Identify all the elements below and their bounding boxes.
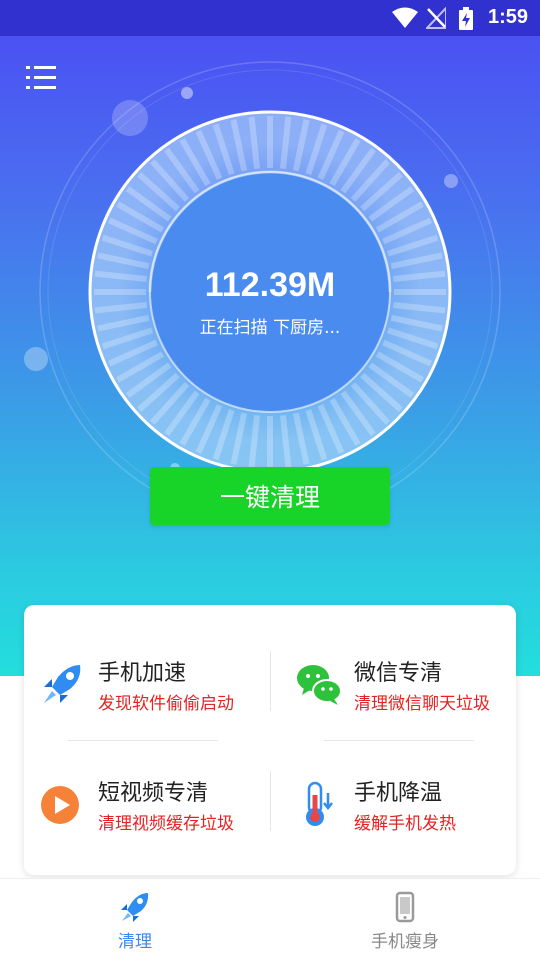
nav-label: 手机瘦身 <box>371 932 439 952</box>
feature-short-video-clean[interactable]: 短视频专清 清理视频缓存垃圾 <box>24 761 264 841</box>
scan-size-value: 112.39M <box>204 266 336 304</box>
feature-title: 短视频专清 <box>98 781 209 806</box>
feature-phone-boost[interactable]: 手机加速 发现软件偷偷启动 <box>24 641 264 721</box>
feature-title: 微信专清 <box>354 661 443 686</box>
feature-subtitle: 缓解手机发热 <box>354 814 456 834</box>
status-bar: 1:59 <box>0 0 540 36</box>
play-icon <box>41 786 79 824</box>
nav-label: 清理 <box>118 932 152 952</box>
wifi-icon <box>392 7 418 28</box>
horizontal-divider <box>324 740 474 741</box>
bottom-nav: 清理 手机瘦身 <box>0 878 540 960</box>
no-signal-icon <box>426 7 446 29</box>
vertical-divider <box>270 771 271 831</box>
phone-icon <box>395 891 415 923</box>
wechat-icon <box>297 665 342 705</box>
status-time: 1:59 <box>487 6 528 28</box>
feature-wechat-clean[interactable]: 微信专清 清理微信聊天垃圾 <box>280 641 520 721</box>
one-click-clean-button[interactable]: 一键清理 <box>150 467 390 525</box>
feature-phone-cooling[interactable]: 手机降温 缓解手机发热 <box>280 761 520 841</box>
feature-subtitle: 清理视频缓存垃圾 <box>98 814 234 834</box>
thermometer-icon <box>306 781 333 826</box>
feature-card: 手机加速 发现软件偷偷启动 微信专清 清理微信聊天垃圾 短视频专清 清理视频缓存… <box>24 605 516 875</box>
rocket-icon <box>121 893 149 922</box>
nav-tab-phone-slim[interactable]: 手机瘦身 <box>270 879 540 960</box>
rocket-icon <box>44 665 81 703</box>
battery-charging-icon <box>459 7 473 30</box>
feature-title: 手机加速 <box>98 661 187 686</box>
vertical-divider <box>270 651 271 711</box>
horizontal-divider <box>68 740 218 741</box>
feature-subtitle: 清理微信聊天垃圾 <box>354 694 490 714</box>
scan-status-text: 正在扫描 下厨房... <box>199 318 341 338</box>
feature-title: 手机降温 <box>354 781 443 806</box>
feature-subtitle: 发现软件偷偷启动 <box>98 694 234 714</box>
nav-tab-clean[interactable]: 清理 <box>0 879 270 960</box>
